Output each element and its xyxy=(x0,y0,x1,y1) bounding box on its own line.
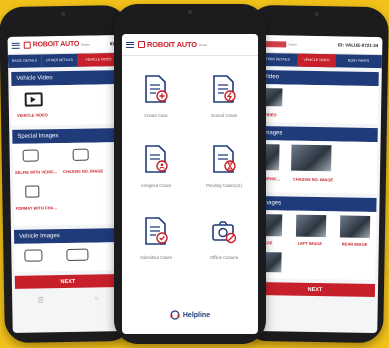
chassis-label: CHASSIS NO. IMAGE xyxy=(62,168,104,175)
camera-dot xyxy=(61,11,66,17)
special-images-card: SELFIE WITH VEHIC... CHASSIS NO. IMAGE F… xyxy=(12,142,120,226)
offline-camera-tile[interactable]: Offline Camera xyxy=(194,216,254,260)
doc-check-icon xyxy=(145,217,168,245)
step-tabs: BASIC DETAILS OTHER DETAILS VEHICLE VIDE… xyxy=(7,53,121,68)
submitted-cases-tile[interactable]: Submitted Cases xyxy=(126,216,186,260)
next-button[interactable]: NEXT xyxy=(14,274,121,289)
left-photo[interactable] xyxy=(295,214,327,238)
camera-dot xyxy=(188,10,192,14)
submitted-cases-label: Submitted Cases xyxy=(140,255,172,260)
app-logo: ROBOIT AUTO Worker xyxy=(138,40,208,49)
video-icon[interactable] xyxy=(24,92,43,107)
doc-plus-icon xyxy=(145,75,168,103)
logo-text: ROBOIT AUTO xyxy=(147,40,197,49)
vehicle-images-card xyxy=(14,242,121,272)
nav-menu-icon[interactable]: ☰ xyxy=(37,296,44,304)
left-phone: ROBOIT AUTO Worker ID: BASIC DETAILS OTH… xyxy=(0,4,133,344)
rear-label: REAR IMAGE xyxy=(341,241,368,247)
vehicle-video-card: VEHICLE VIDEO xyxy=(11,84,119,126)
nav-bar: ☰ ○ xyxy=(12,295,124,305)
doc-bolt-icon xyxy=(213,75,236,103)
chassis-photo[interactable] xyxy=(291,144,332,172)
tab-body-parts[interactable]: BODY PARTS xyxy=(335,54,383,69)
doc-user-icon xyxy=(145,145,168,173)
selfie-car-icon[interactable] xyxy=(22,149,39,162)
app-bar: ROBOIT AUTO Worker xyxy=(122,34,258,56)
vehicle-video-label: VEHICLE VIDEO xyxy=(16,112,48,118)
rear-photo[interactable] xyxy=(339,215,371,238)
helpline-label: Helpline xyxy=(182,311,211,319)
middle-phone: ROBOIT AUTO Worker Create Case Scored Ca… xyxy=(114,4,266,344)
create-case-tile[interactable]: Create Case xyxy=(126,74,186,118)
assigned-cases-tile[interactable]: Assigned Cases xyxy=(126,144,186,188)
camera-icon xyxy=(212,221,237,244)
vehicle-images-card: T IMAGE LEFT IMAGE REAR IMAGE xyxy=(255,209,377,281)
format-label: FORMAT WITH CHA... xyxy=(15,205,57,211)
menu-icon[interactable] xyxy=(126,41,134,48)
nav-home-icon[interactable]: ○ xyxy=(95,295,99,303)
left-label: LEFT IMAGE xyxy=(297,240,323,247)
logo-sub: Worker xyxy=(81,42,90,47)
helpline-link[interactable]: Helpline xyxy=(122,310,258,320)
tab-vehicle-video[interactable]: VEHICLE VIDEO xyxy=(297,53,337,68)
car-front-icon[interactable] xyxy=(24,249,43,262)
camera-dot xyxy=(314,11,319,17)
vehicle-video-card: LE VIDEO xyxy=(257,83,379,125)
chassis-label: CHASSIS NO. IMAGE xyxy=(292,176,334,183)
app-logo: ROBOIT AUTO Worker xyxy=(23,40,90,49)
special-images-card: ITH VEHIC... CHASSIS NO. IMAGE xyxy=(256,139,378,195)
app-bar: ROBOIT AUTO Worker ID: xyxy=(7,35,120,55)
pending-cases-label: Pending Cases(12) xyxy=(206,183,242,188)
doc-hourglass-icon xyxy=(213,145,236,173)
logo-mark-icon xyxy=(23,41,31,49)
car-side-icon[interactable] xyxy=(66,248,89,262)
logo-mark-icon xyxy=(138,41,145,48)
tab-other-details[interactable]: OTHER DETAILS xyxy=(41,53,79,68)
create-case-label: Create Case xyxy=(144,113,168,118)
camera-icon[interactable] xyxy=(25,185,40,198)
logo-sub: Worker xyxy=(198,42,208,47)
right-screen: Worker ID: VALUE-0721-34 OTHER DETAILS V… xyxy=(251,34,383,334)
selfie-label: SELFIE WITH VEHIC... xyxy=(14,169,58,175)
assigned-cases-label: Assigned Cases xyxy=(140,183,172,188)
middle-screen: ROBOIT AUTO Worker Create Case Scored Ca… xyxy=(122,34,258,334)
pending-cases-tile[interactable]: Pending Cases(12) xyxy=(194,144,254,188)
left-screen: ROBOIT AUTO Worker ID: BASIC DETAILS OTH… xyxy=(7,35,125,333)
step-tabs: OTHER DETAILS VEHICLE VIDEO BODY PARTS xyxy=(255,52,383,69)
scored-cases-tile[interactable]: Scored Cases xyxy=(194,74,254,118)
offline-camera-label: Offline Camera xyxy=(209,255,239,260)
app-bar: Worker ID: VALUE-0721-34 xyxy=(256,34,383,56)
case-id: ID: VALUE-0721-34 xyxy=(338,42,379,49)
tab-basic-details[interactable]: BASIC DETAILS xyxy=(7,54,43,68)
menu-icon[interactable] xyxy=(11,42,20,49)
logo-sub: Worker xyxy=(288,41,297,47)
scored-cases-label: Scored Cases xyxy=(210,113,238,118)
chassis-car-icon[interactable] xyxy=(72,148,89,161)
headset-icon xyxy=(170,310,180,320)
next-button[interactable]: NEXT xyxy=(254,281,376,298)
logo-text: ROBOIT AUTO xyxy=(32,40,80,49)
dashboard-grid: Create Case Scored Cases Assigned Cases … xyxy=(122,56,258,296)
